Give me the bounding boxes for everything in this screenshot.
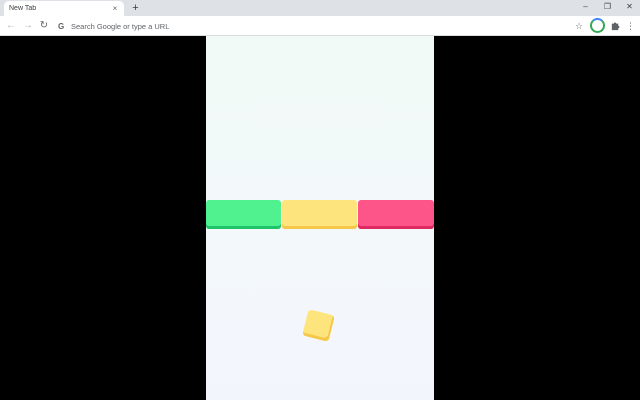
back-button[interactable]: ←	[5, 20, 17, 32]
browser-toolbar: ← → ↻ G ☆ ⋮	[0, 16, 640, 36]
player-cube	[302, 309, 335, 342]
color-bar-row	[206, 200, 434, 229]
restore-button[interactable]: ❐	[603, 0, 612, 14]
tab-new-tab[interactable]: New Tab ×	[4, 1, 124, 16]
green-bar	[206, 200, 281, 229]
bookmark-star-icon[interactable]: ☆	[574, 20, 584, 32]
close-window-button[interactable]: ✕	[625, 0, 634, 14]
google-icon: G	[58, 21, 65, 31]
extensions-puzzle-icon[interactable]	[610, 20, 621, 31]
window-controls: – ❐ ✕	[581, 0, 634, 14]
address-input[interactable]	[71, 21, 531, 31]
close-tab-icon[interactable]: ×	[111, 4, 119, 13]
tab-title: New Tab	[9, 5, 37, 12]
browser-menu-icon[interactable]: ⋮	[626, 20, 635, 32]
reload-button[interactable]: ↻	[38, 20, 50, 32]
game-viewport	[0, 36, 640, 400]
profile-avatar[interactable]	[590, 18, 605, 33]
tab-strip: New Tab × + – ❐ ✕	[0, 0, 640, 16]
new-tab-button[interactable]: +	[130, 2, 141, 14]
minimize-button[interactable]: –	[581, 0, 590, 14]
address-bar[interactable]: G	[52, 19, 584, 33]
red-bar	[358, 200, 434, 229]
game-canvas[interactable]	[206, 36, 434, 400]
forward-button[interactable]: →	[22, 20, 34, 32]
yellow-bar	[282, 200, 357, 229]
